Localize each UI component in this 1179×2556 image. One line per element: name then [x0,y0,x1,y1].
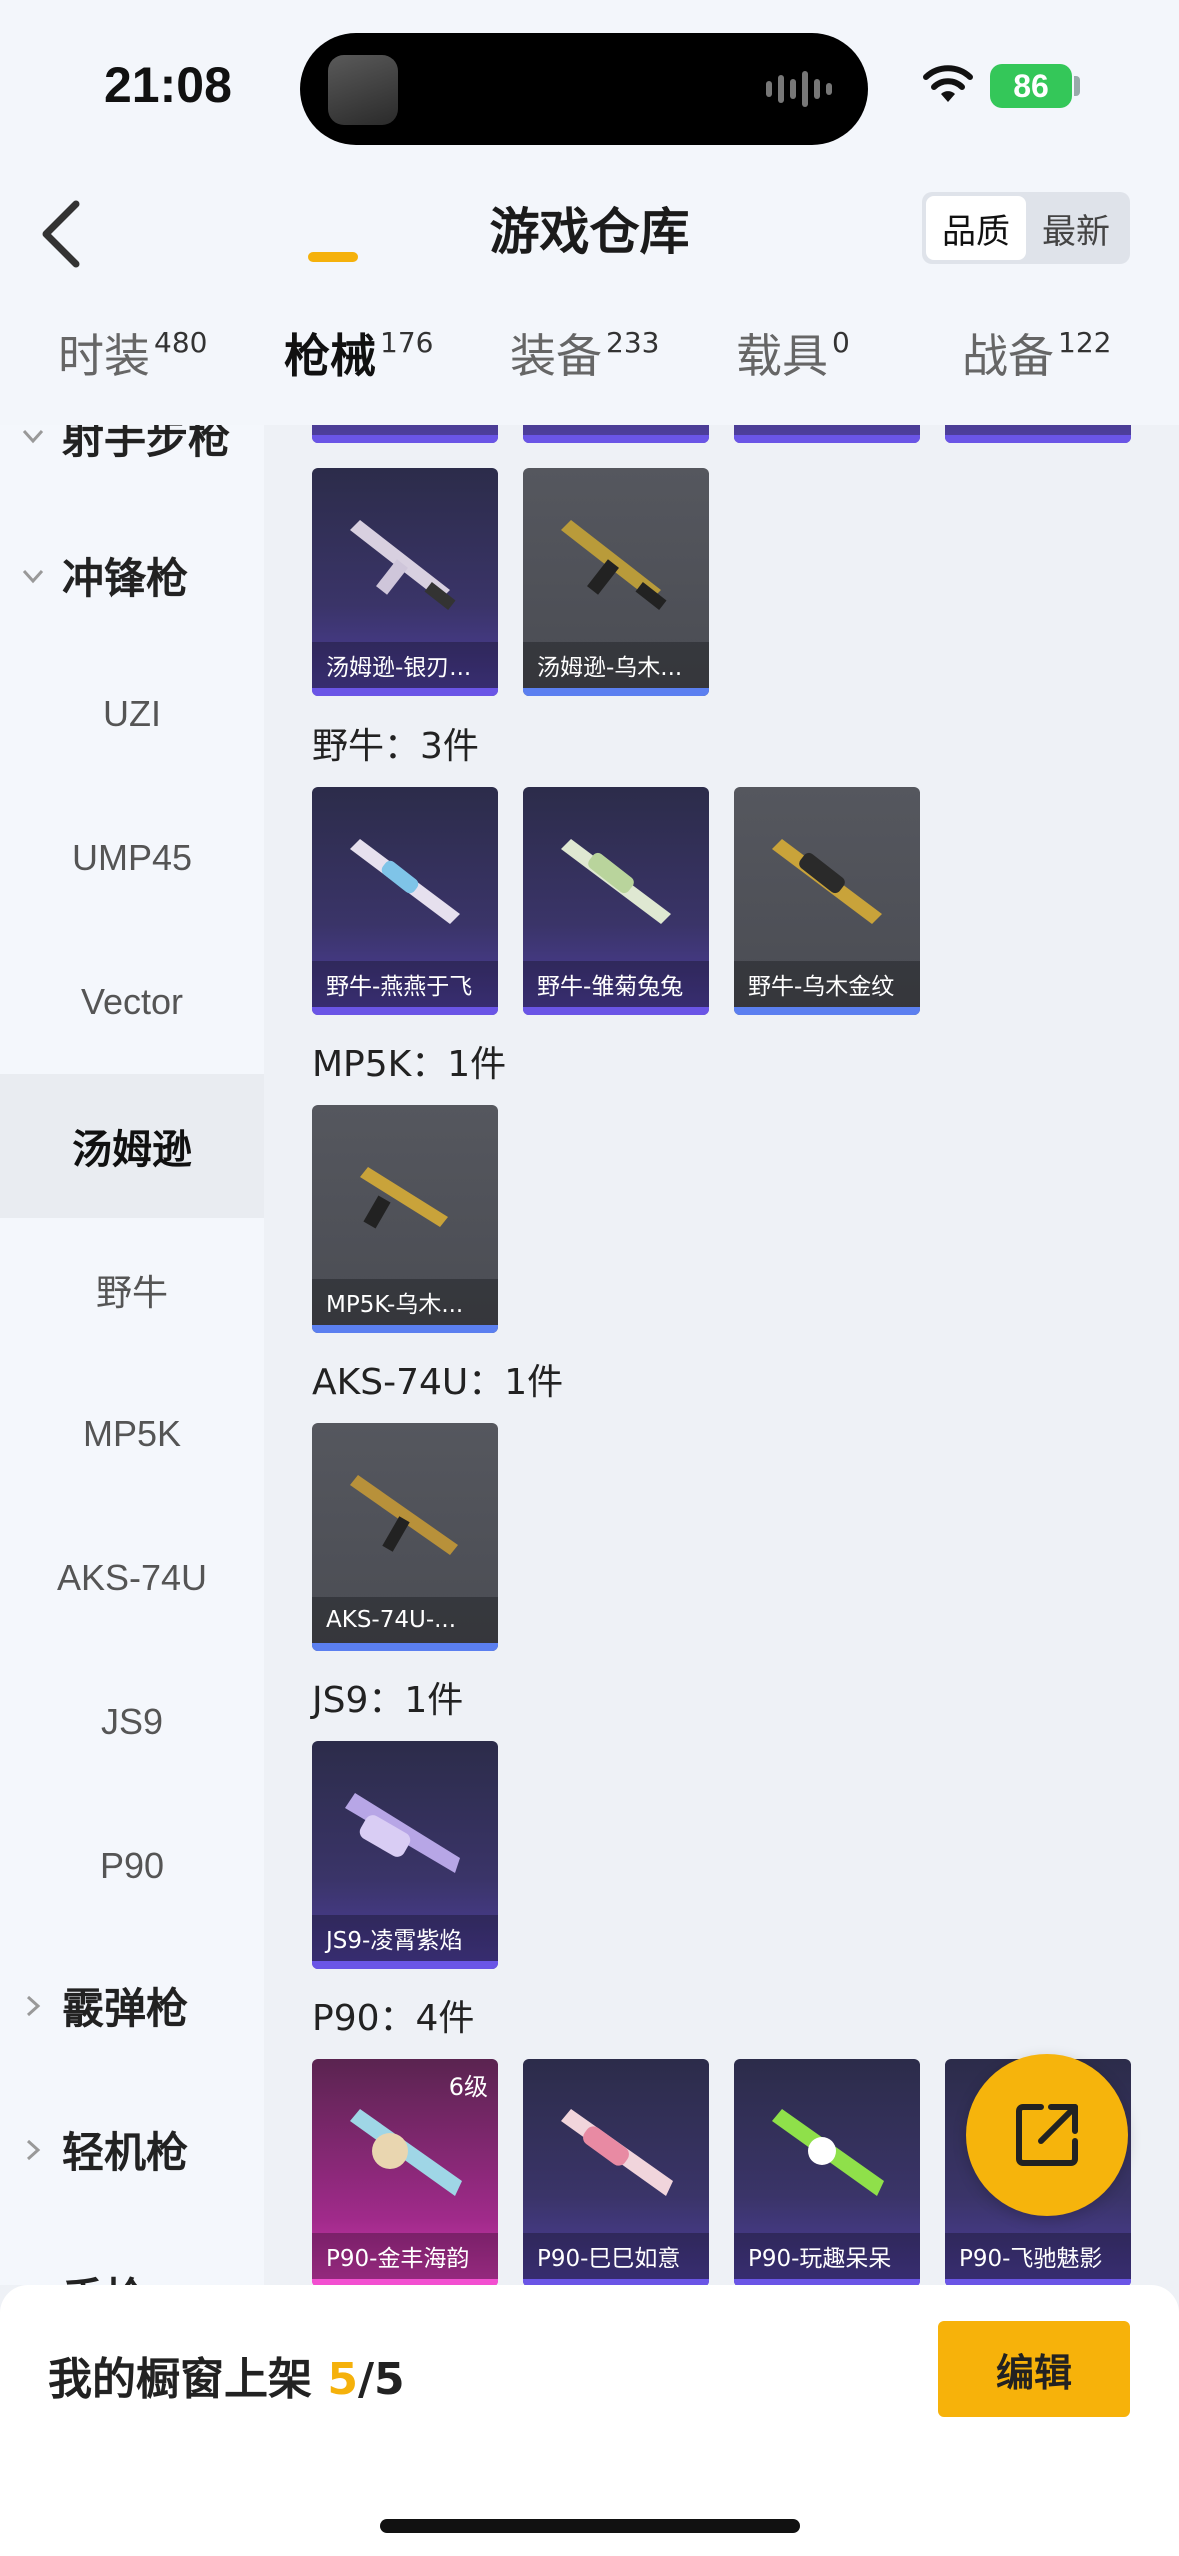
weapon-card-bizon-ebony[interactable]: 野牛-乌木金纹 [734,787,920,1015]
battery-indicator: 86 [990,64,1072,108]
sort-newest-button[interactable]: 最新 [1026,196,1126,260]
smg-icon [772,839,882,924]
tab-vehicles[interactable]: 载具 0 [736,320,850,386]
sidebar-item-mp5k[interactable]: MP5K [0,1362,264,1506]
sidebar-item-js9[interactable]: JS9 [0,1650,264,1794]
showcase-status: 我的橱窗上架 5/5 [48,2354,405,2405]
group-label-aks74u: AKS-74U：1件 [312,1362,564,1403]
smg-icon [350,839,460,924]
share-floating-button[interactable] [966,2054,1128,2216]
sidebar-category-smg[interactable]: 冲锋枪 [20,545,188,606]
category-tabs: 时装 480 枪械 176 装备 233 载具 0 战备 122 [0,320,1179,440]
home-indicator[interactable] [380,2519,800,2533]
sidebar-category-pistol[interactable]: 手枪 [20,2265,146,2285]
chevron-right-icon [26,1995,41,2016]
smg-icon [345,1793,460,1873]
status-time: 21:08 [104,57,232,113]
weapon-type-sidebar: 射手步枪 冲锋枪 UZI UMP45 Vector 汤姆逊 野牛 MP5K AK… [0,425,264,2285]
sort-quality-button[interactable]: 品质 [926,196,1026,260]
tab-supplies[interactable]: 战备 122 [962,320,1111,386]
edit-button[interactable]: 编辑 [938,2321,1130,2417]
sidebar-item-vector[interactable]: Vector [0,930,264,1074]
sidebar-item-bizon[interactable]: 野牛 [0,1218,264,1362]
status-bar: 21:08 86 [0,0,1179,170]
weapon-card[interactable] [312,425,498,443]
smg-icon [561,2109,673,2196]
sidebar-item-ump45[interactable]: UMP45 [0,786,264,930]
smg-icon [350,520,456,610]
dynamic-island[interactable] [300,33,868,145]
smg-icon [561,839,671,924]
weapon-card-thompson-silver[interactable]: 汤姆逊-银刃... [312,468,498,696]
weapon-grid: 汤姆逊-银刃... 汤姆逊-乌木... 野牛：3件 野牛-燕燕于飞 野牛-雏菊兔… [264,425,1179,2285]
share-external-icon [1016,2104,1078,2166]
smg-icon [350,2109,462,2196]
weapon-card-thompson-ebony[interactable]: 汤姆逊-乌木... [523,468,709,696]
sidebar-category-marksman[interactable]: 射手步枪 [20,425,230,466]
active-tab-indicator [308,252,358,262]
showcase-footer: 我的橱窗上架 5/5 编辑 [0,2285,1179,2556]
sidebar-item-thompson[interactable]: 汤姆逊 [0,1074,264,1218]
weapon-card-p90-snake[interactable]: P90-巳巳如意 [523,2059,709,2285]
weapon-card-bizon-daisy[interactable]: 野牛-雏菊兔兔 [523,787,709,1015]
tab-firearms[interactable]: 枪械 176 [284,320,433,386]
battery-cap [1074,76,1080,96]
weapon-card[interactable] [734,425,920,443]
weapon-card-mp5k-ebony[interactable]: MP5K-乌木... [312,1105,498,1333]
group-label-p90: P90：4件 [312,1998,475,2039]
smg-icon [772,2109,884,2196]
chevron-right-icon [26,2139,41,2160]
weapon-card[interactable] [945,425,1131,443]
sidebar-item-p90[interactable]: P90 [0,1794,264,1938]
tab-equipment[interactable]: 装备 233 [510,320,659,386]
navigation-header: 游戏仓库 品质 最新 时装 480 枪械 176 装备 233 载具 0 战备 122 [0,170,1179,460]
weapon-card-p90-golden[interactable]: 6级 P90-金丰海韵 [312,2059,498,2285]
weapon-card[interactable] [523,425,709,443]
now-playing-thumbnail [328,55,398,125]
weapon-card-aks74u[interactable]: AKS-74U-... [312,1423,498,1651]
group-label-mp5k: MP5K：1件 [312,1044,507,1085]
weapon-card-js9[interactable]: JS9-凌霄紫焰 [312,1741,498,1969]
sort-toggle: 品质 最新 [922,192,1130,264]
tab-fashion[interactable]: 时装 480 [58,320,207,386]
group-label-bizon: 野牛：3件 [312,726,479,767]
weapon-card-p90-fun[interactable]: P90-玩趣呆呆 [734,2059,920,2285]
group-label-js9: JS9：1件 [312,1680,464,1721]
sidebar-category-lmg[interactable]: 轻机枪 [20,2119,188,2180]
smg-icon [360,1167,448,1229]
chevron-down-icon [22,429,44,443]
sidebar-item-uzi[interactable]: UZI [0,642,264,786]
audio-wave-icon [766,71,832,107]
sidebar-category-shotgun[interactable]: 霰弹枪 [20,1975,188,2036]
chevron-down-icon [22,569,44,583]
smg-icon [561,520,667,610]
sidebar-item-aks74u[interactable]: AKS-74U [0,1506,264,1650]
wifi-icon [923,65,973,102]
rifle-icon [350,1475,458,1555]
weapon-card-bizon-swallow[interactable]: 野牛-燕燕于飞 [312,787,498,1015]
